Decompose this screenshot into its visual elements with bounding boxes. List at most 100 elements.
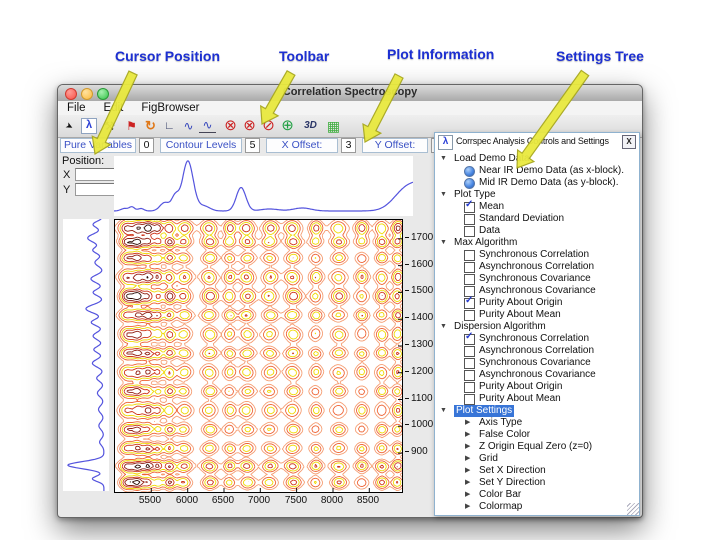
pure-variables-button[interactable]: Pure Variables [60, 138, 136, 153]
position-y-input[interactable] [75, 183, 117, 196]
tree-section-load-demo-data[interactable]: ▼Load Demo Data [435, 153, 639, 165]
tree-collapsed-icon[interactable]: ▶ [465, 453, 470, 465]
tree-item-z-origin-equal-zero-z-0[interactable]: ▶ Z Origin Equal Zero (z=0) [435, 441, 639, 453]
tree-item-near-ir-demo-data-as-x-block[interactable]: Near IR Demo Data (as x-block). [435, 165, 639, 177]
y-offset-button[interactable]: Y Offset: [362, 138, 428, 153]
checkbox-icon[interactable] [464, 262, 475, 273]
reset-view-icon[interactable]: ⊕ [279, 118, 296, 134]
checkbox-icon[interactable] [464, 346, 475, 357]
checkbox-icon[interactable] [464, 274, 475, 285]
checkbox-icon[interactable] [464, 214, 475, 225]
tree-section-plot-settings[interactable]: ▼Plot Settings [435, 405, 639, 417]
tools-icon[interactable]: ⚒ [101, 118, 118, 134]
tree-item-color-bar[interactable]: ▶ Color Bar [435, 489, 639, 501]
tree-item-purity-about-mean[interactable]: Purity About Mean [435, 393, 639, 405]
tree-item-synchronous-covariance[interactable]: Synchronous Covariance [435, 273, 639, 285]
data-grid-icon[interactable]: ▦ [325, 118, 342, 134]
tree-item-asynchronous-covariance[interactable]: Asynchronous Covariance [435, 369, 639, 381]
checkbox-icon[interactable] [464, 382, 475, 393]
tree-collapsed-icon[interactable]: ▶ [465, 477, 470, 489]
tree-section-label: Plot Type [454, 189, 496, 201]
checkbox-icon[interactable]: ✓ [464, 202, 475, 213]
contour-levels-value[interactable]: 5 [245, 138, 260, 153]
tree-item-false-color[interactable]: ▶False Color [435, 429, 639, 441]
app-window: Correlation Spectroscopy File Edit FigBr… [57, 84, 643, 518]
tree-expander-icon[interactable]: ▼ [440, 189, 447, 201]
tree-item-label: Purity About Origin [479, 297, 562, 309]
menu-edit[interactable]: Edit [95, 102, 133, 114]
checkbox-icon[interactable]: ✓ [464, 298, 475, 309]
pin-icon[interactable]: ⚑ [123, 118, 140, 134]
tree-collapsed-icon[interactable]: ▶ [465, 465, 470, 477]
tree-item-purity-about-mean[interactable]: Purity About Mean [435, 309, 639, 321]
lambda-icon: λ [438, 135, 453, 150]
tree-section-max-algorithm[interactable]: ▼Max Algorithm [435, 237, 639, 249]
x-offset-value[interactable]: 3 [341, 138, 356, 153]
checkbox-icon[interactable] [464, 310, 475, 321]
tree-item-label: Purity About Mean [479, 393, 561, 405]
tree-item-label: Z Origin Equal Zero (z=0) [479, 441, 592, 453]
checkbox-icon[interactable] [464, 394, 475, 405]
pure-variables-value[interactable]: 0 [139, 138, 154, 153]
tree-item-grid[interactable]: ▶Grid [435, 453, 639, 465]
checkbox-icon[interactable] [464, 370, 475, 381]
position-x-input[interactable] [75, 168, 117, 181]
checkbox-icon[interactable] [464, 250, 475, 261]
tree-item-standard-deviation[interactable]: Standard Deviation [435, 213, 639, 225]
checkbox-icon[interactable] [464, 358, 475, 369]
menu-figbrowser[interactable]: FigBrowser [132, 102, 208, 114]
tree-expander-icon[interactable]: ▼ [440, 405, 447, 417]
resize-grip[interactable] [627, 503, 639, 515]
tree-item-purity-about-origin[interactable]: Purity About Origin [435, 381, 639, 393]
tree-expander-icon[interactable]: ▼ [440, 321, 447, 333]
tree-collapsed-icon[interactable]: ▶ [465, 441, 470, 453]
tree-item-purity-about-origin[interactable]: ✓ Purity About Origin [435, 297, 639, 309]
tree-collapsed-icon[interactable]: ▶ [465, 489, 470, 501]
tree-item-mean[interactable]: ✓Mean [435, 201, 639, 213]
tree-item-set-y-direction[interactable]: ▶Set Y Direction [435, 477, 639, 489]
x-tick-label: 8000 [315, 495, 349, 506]
tree-item-asynchronous-correlation[interactable]: Asynchronous Correlation [435, 345, 639, 357]
tree-item-data[interactable]: Data [435, 225, 639, 237]
peaks-icon[interactable]: ∿ [180, 118, 197, 134]
close-panel-icon[interactable]: X [622, 135, 636, 149]
tree-item-label: Asynchronous Covariance [479, 369, 596, 381]
lambda-browser-icon[interactable]: λ [81, 118, 97, 134]
tree-collapsed-icon[interactable]: ▶ [465, 501, 470, 513]
tree-item-asynchronous-correlation[interactable]: Asynchronous Correlation [435, 261, 639, 273]
axes-icon[interactable]: ∟ [161, 118, 178, 134]
tree-item-synchronous-correlation[interactable]: Synchronous Correlation [435, 249, 639, 261]
tree-item-mid-ir-demo-data-as-y-block[interactable]: Mid IR Demo Data (as y-block). [435, 177, 639, 189]
three-d-icon[interactable]: 3D [302, 118, 319, 134]
tree-item-axis-type[interactable]: ▶Axis Type [435, 417, 639, 429]
x-offset-button[interactable]: X Offset: [266, 138, 338, 153]
tree-item-synchronous-correlation[interactable]: ✓Synchronous Correlation [435, 333, 639, 345]
tree-collapsed-icon[interactable]: ▶ [465, 429, 470, 441]
contour-plot[interactable] [114, 219, 403, 493]
tree-item-set-x-direction[interactable]: ▶Set X Direction [435, 465, 639, 477]
no-x-zoom-icon[interactable]: ⊗ [222, 118, 239, 134]
y-tick-label: 1300 [405, 339, 433, 350]
tree-item-label: Color Bar [479, 489, 521, 501]
tree-item-label: Synchronous Covariance [479, 273, 591, 285]
checkbox-icon[interactable] [464, 226, 475, 237]
settings-tree: ▼Load Demo DataNear IR Demo Data (as x-b… [435, 153, 639, 515]
tree-expander-icon[interactable]: ▼ [440, 153, 447, 165]
axes-peaks-icon[interactable]: ∿ [199, 119, 216, 133]
tree-collapsed-icon[interactable]: ▶ [465, 417, 470, 429]
tree-expander-icon[interactable]: ▼ [440, 237, 447, 249]
pointer-icon[interactable]: ➤ [60, 116, 79, 136]
menu-file[interactable]: File [58, 102, 95, 114]
tree-item-label: Mid IR Demo Data (as y-block). [479, 177, 618, 189]
tree-item-label: Purity About Mean [479, 309, 561, 321]
no-y-zoom-icon[interactable]: ⊗ [241, 118, 258, 134]
tree-item-synchronous-covariance[interactable]: Synchronous Covariance [435, 357, 639, 369]
title-bar[interactable]: Correlation Spectroscopy [58, 85, 642, 102]
no-rotate-icon[interactable]: ⊘ [260, 118, 277, 134]
checkbox-icon[interactable]: ✓ [464, 334, 475, 345]
radio-icon[interactable] [464, 166, 475, 177]
tree-item-colormap[interactable]: ▶Colormap [435, 501, 639, 513]
rotate-icon[interactable]: ↻ [142, 118, 159, 134]
contour-levels-button[interactable]: Contour Levels [160, 138, 242, 153]
radio-icon[interactable] [464, 178, 475, 189]
